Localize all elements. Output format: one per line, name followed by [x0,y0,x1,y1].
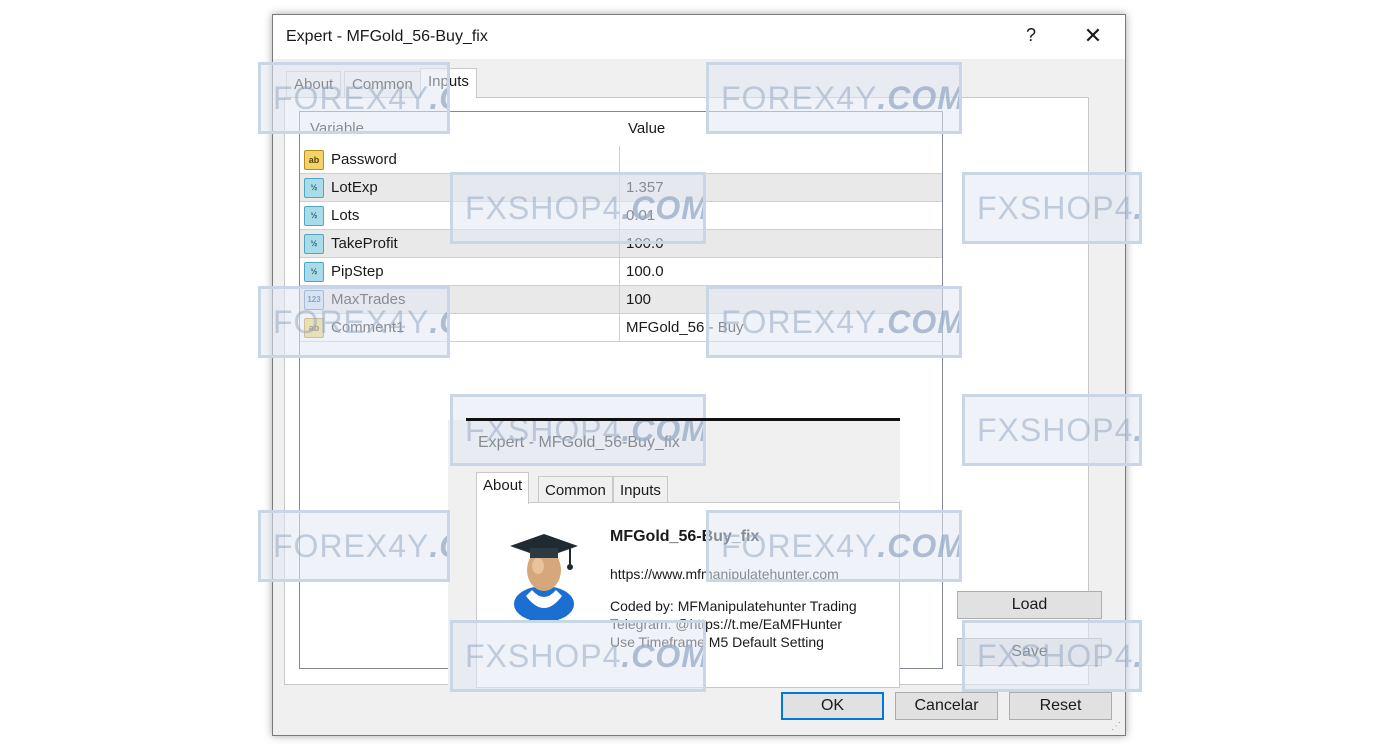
variable-name: Comment1 [331,319,405,336]
reset-button[interactable]: Reset [1009,692,1112,720]
value-cell[interactable]: 100.0 [620,230,942,258]
telegram-text: Telegram: @https://t.me/EaMFHunter [610,616,843,632]
preview-divider [466,418,900,421]
value-cell[interactable]: 100.0 [620,258,942,286]
preview-tab-common[interactable]: Common [538,476,613,504]
variable-name: MaxTrades [331,291,406,308]
variable-cell: ab Comment1 [300,314,620,342]
help-button[interactable]: ? [1021,25,1041,46]
variable-name: PipStep [331,263,384,280]
double-type-icon: ½ [304,234,324,254]
load-button[interactable]: Load [957,591,1102,619]
text-type-icon: ab [304,150,324,170]
value-cell[interactable]: 100 [620,286,942,314]
input-row-takeprofit[interactable]: ½ TakeProfit 100.0 [300,230,942,258]
value-cell[interactable] [620,146,942,174]
double-type-icon: ½ [304,206,324,226]
variable-cell: 123 MaxTrades [300,286,620,314]
column-header-value[interactable]: Value [620,112,942,146]
input-row-lotexp[interactable]: ½ LotExp 1.357 [300,174,942,202]
double-type-icon: ½ [304,262,324,282]
tab-common[interactable]: Common [344,71,421,97]
resize-grip-icon[interactable]: ⋰ [1111,721,1121,732]
variable-cell: ½ TakeProfit [300,230,620,258]
text-type-icon: ab [304,318,324,338]
input-row-maxtrades[interactable]: 123 MaxTrades 100 [300,286,942,314]
preview-title: Expert - MFGold_56-Buy_fix [478,434,680,451]
variable-cell: ½ Lots [300,202,620,230]
timeframe-text: Use Timeframe M5 Default Setting [610,634,824,650]
value-cell[interactable]: MFGold_56 - Buy [620,314,942,342]
double-type-icon: ½ [304,178,324,198]
value-cell[interactable]: 0.01 [620,202,942,230]
preview-tab-inputs[interactable]: Inputs [613,476,668,504]
input-row-lots[interactable]: ½ Lots 0.01 [300,202,942,230]
variable-name: Password [331,151,397,168]
cancel-button[interactable]: Cancelar [895,692,998,720]
tab-inputs[interactable]: Inputs [420,68,477,98]
ea-website-link[interactable]: https://www.mfmanipulatehunter.com [610,566,839,582]
input-row-comment1[interactable]: ab Comment1 MFGold_56 - Buy [300,314,942,342]
coded-by-text: Coded by: MFManipulatehunter Trading [610,598,857,614]
variable-name: TakeProfit [331,235,398,252]
variable-cell: ab Password [300,146,620,174]
variable-cell: ½ LotExp [300,174,620,202]
close-button[interactable]: ✕ [1081,23,1105,49]
column-header-variable[interactable]: Variable [300,112,620,146]
input-row-pipstep[interactable]: ½ PipStep 100.0 [300,258,942,286]
variable-name: Lots [331,207,360,224]
dialog-title: Expert - MFGold_56-Buy_fix [286,28,488,45]
preview-tab-about[interactable]: About [476,472,530,504]
value-cell[interactable]: 1.357 [620,174,942,202]
variable-cell: ½ PipStep [300,258,620,286]
tab-about[interactable]: About [286,71,342,97]
ok-button[interactable]: OK [781,692,884,720]
ea-name: MFGold_56-Buy_fix [610,528,760,545]
about-preview-window: Expert - MFGold_56-Buy_fix About Common … [448,420,900,688]
variable-name: LotExp [331,179,378,196]
input-row-password[interactable]: ab Password [300,146,942,174]
integer-type-icon: 123 [304,290,324,310]
expert-advisor-avatar-icon [510,534,578,620]
save-button[interactable]: Save [957,638,1102,666]
title-bar[interactable]: Expert - MFGold_56-Buy_fix ? ✕ [273,15,1125,59]
